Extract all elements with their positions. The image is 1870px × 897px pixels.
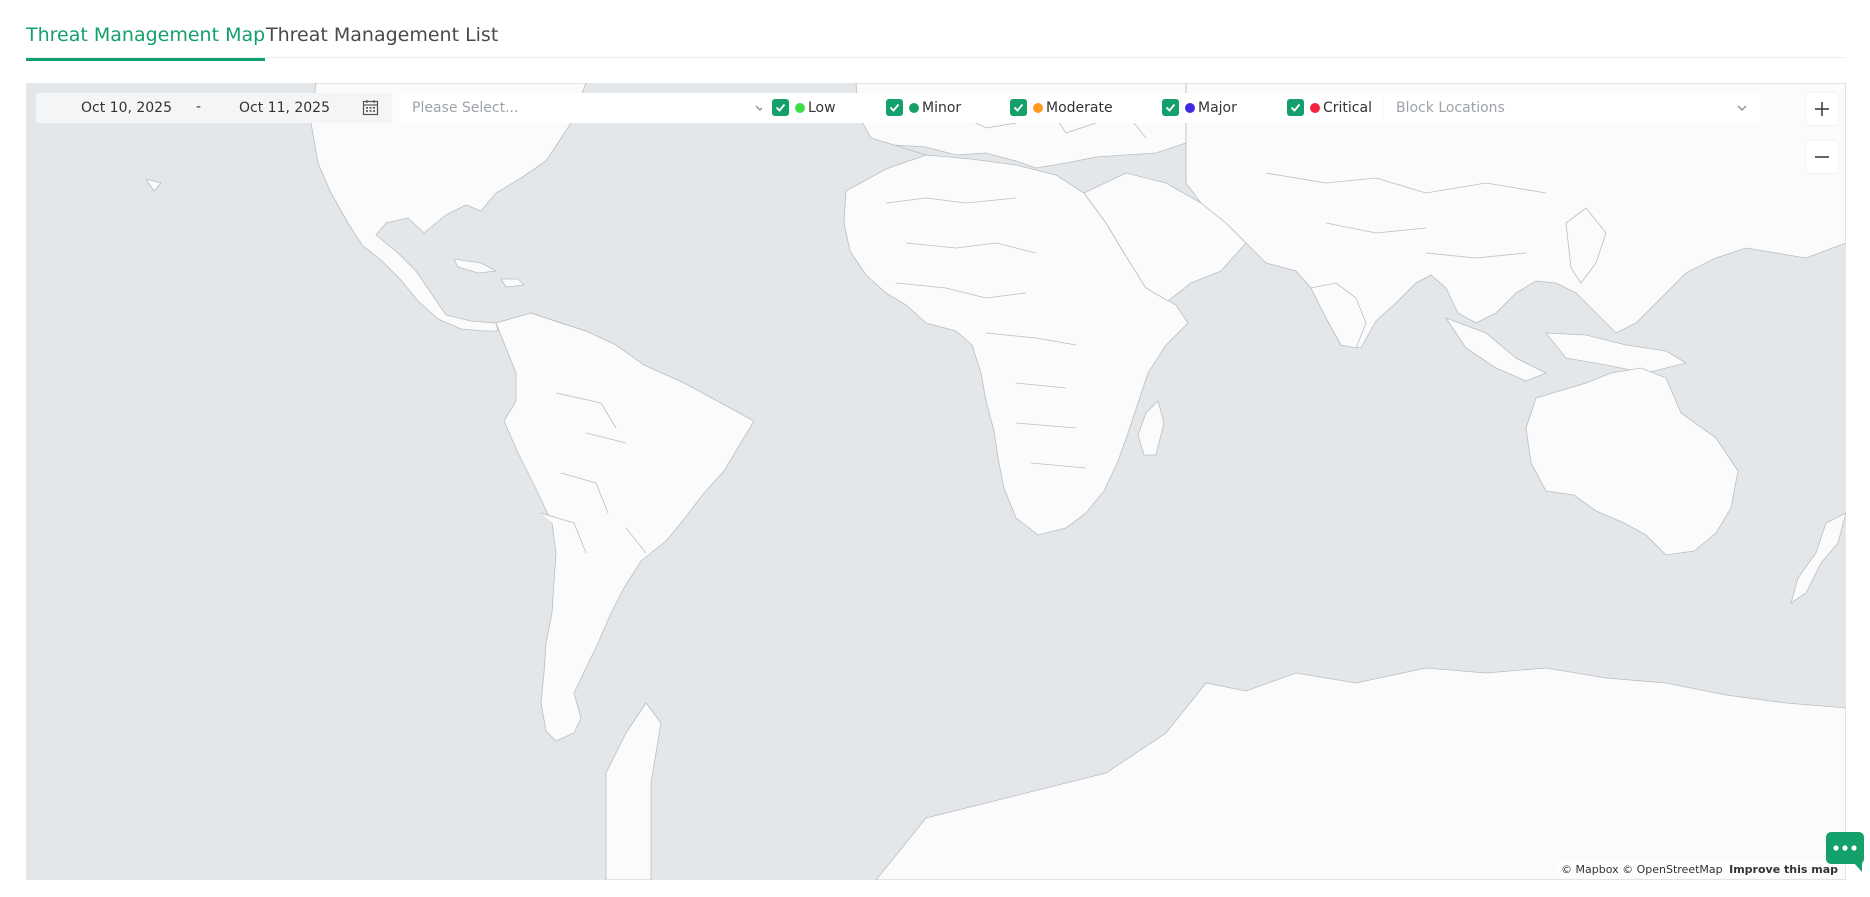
minus-icon	[1815, 156, 1829, 158]
improve-map-link[interactable]: Improve this map	[1729, 863, 1838, 876]
severity-dot-major	[1185, 102, 1195, 113]
zoom-out-button[interactable]	[1806, 141, 1838, 173]
severity-dot-low	[795, 102, 805, 113]
severity-filter-critical[interactable]: Critical	[1287, 99, 1372, 116]
checkbox-checked-icon[interactable]	[1162, 99, 1179, 116]
calendar-icon[interactable]	[362, 99, 379, 116]
block-locations-select[interactable]: Block Locations	[1384, 93, 1760, 123]
map-attribution: © Mapbox © OpenStreetMap Improve this ma…	[1557, 861, 1842, 878]
block-locations-placeholder: Block Locations	[1396, 100, 1505, 116]
tab-threat-management-map[interactable]: Threat Management Map	[26, 24, 266, 61]
severity-filter-moderate[interactable]: Moderate	[1010, 99, 1113, 116]
severity-label-critical: Critical	[1323, 99, 1372, 116]
severity-label-major: Major	[1198, 99, 1237, 116]
osm-attribution-link[interactable]: © OpenStreetMap	[1622, 863, 1723, 876]
severity-filter-bar: Low Minor Moderate Major Critical	[762, 93, 1382, 123]
severity-dot-moderate	[1033, 102, 1043, 113]
chevron-down-icon	[1737, 105, 1747, 111]
severity-label-moderate: Moderate	[1046, 99, 1113, 116]
checkbox-checked-icon[interactable]	[1287, 99, 1304, 116]
mapbox-attribution-link[interactable]: © Mapbox	[1561, 863, 1619, 876]
checkbox-checked-icon[interactable]	[1010, 99, 1027, 116]
severity-dot-minor	[909, 102, 919, 113]
date-separator: -	[196, 99, 202, 115]
chat-button[interactable]	[1826, 832, 1864, 872]
date-from[interactable]: Oct 10, 2025	[81, 100, 172, 116]
zoom-in-button[interactable]	[1806, 93, 1838, 125]
tab-bar: Threat Management Map Threat Management …	[26, 0, 1846, 61]
world-map-land	[145, 83, 1846, 880]
severity-label-minor: Minor	[922, 99, 962, 116]
chat-icon	[1833, 845, 1857, 851]
severity-filter-major[interactable]: Major	[1162, 99, 1237, 116]
checkbox-checked-icon[interactable]	[772, 99, 789, 116]
severity-dot-critical	[1310, 102, 1320, 113]
category-select[interactable]: Please Select...	[400, 93, 778, 123]
checkbox-checked-icon[interactable]	[886, 99, 903, 116]
date-range-picker[interactable]: Oct 10, 2025 - Oct 11, 2025	[36, 93, 392, 123]
threat-map[interactable]: Oct 10, 2025 - Oct 11, 2025 Please Selec…	[26, 83, 1846, 880]
date-to[interactable]: Oct 11, 2025	[239, 100, 330, 116]
category-select-placeholder: Please Select...	[412, 100, 519, 116]
severity-filter-low[interactable]: Low	[772, 99, 836, 116]
severity-label-low: Low	[808, 99, 836, 116]
severity-filter-minor[interactable]: Minor	[886, 99, 961, 116]
tab-threat-management-list[interactable]: Threat Management List	[266, 24, 498, 58]
plus-icon	[1815, 102, 1829, 116]
